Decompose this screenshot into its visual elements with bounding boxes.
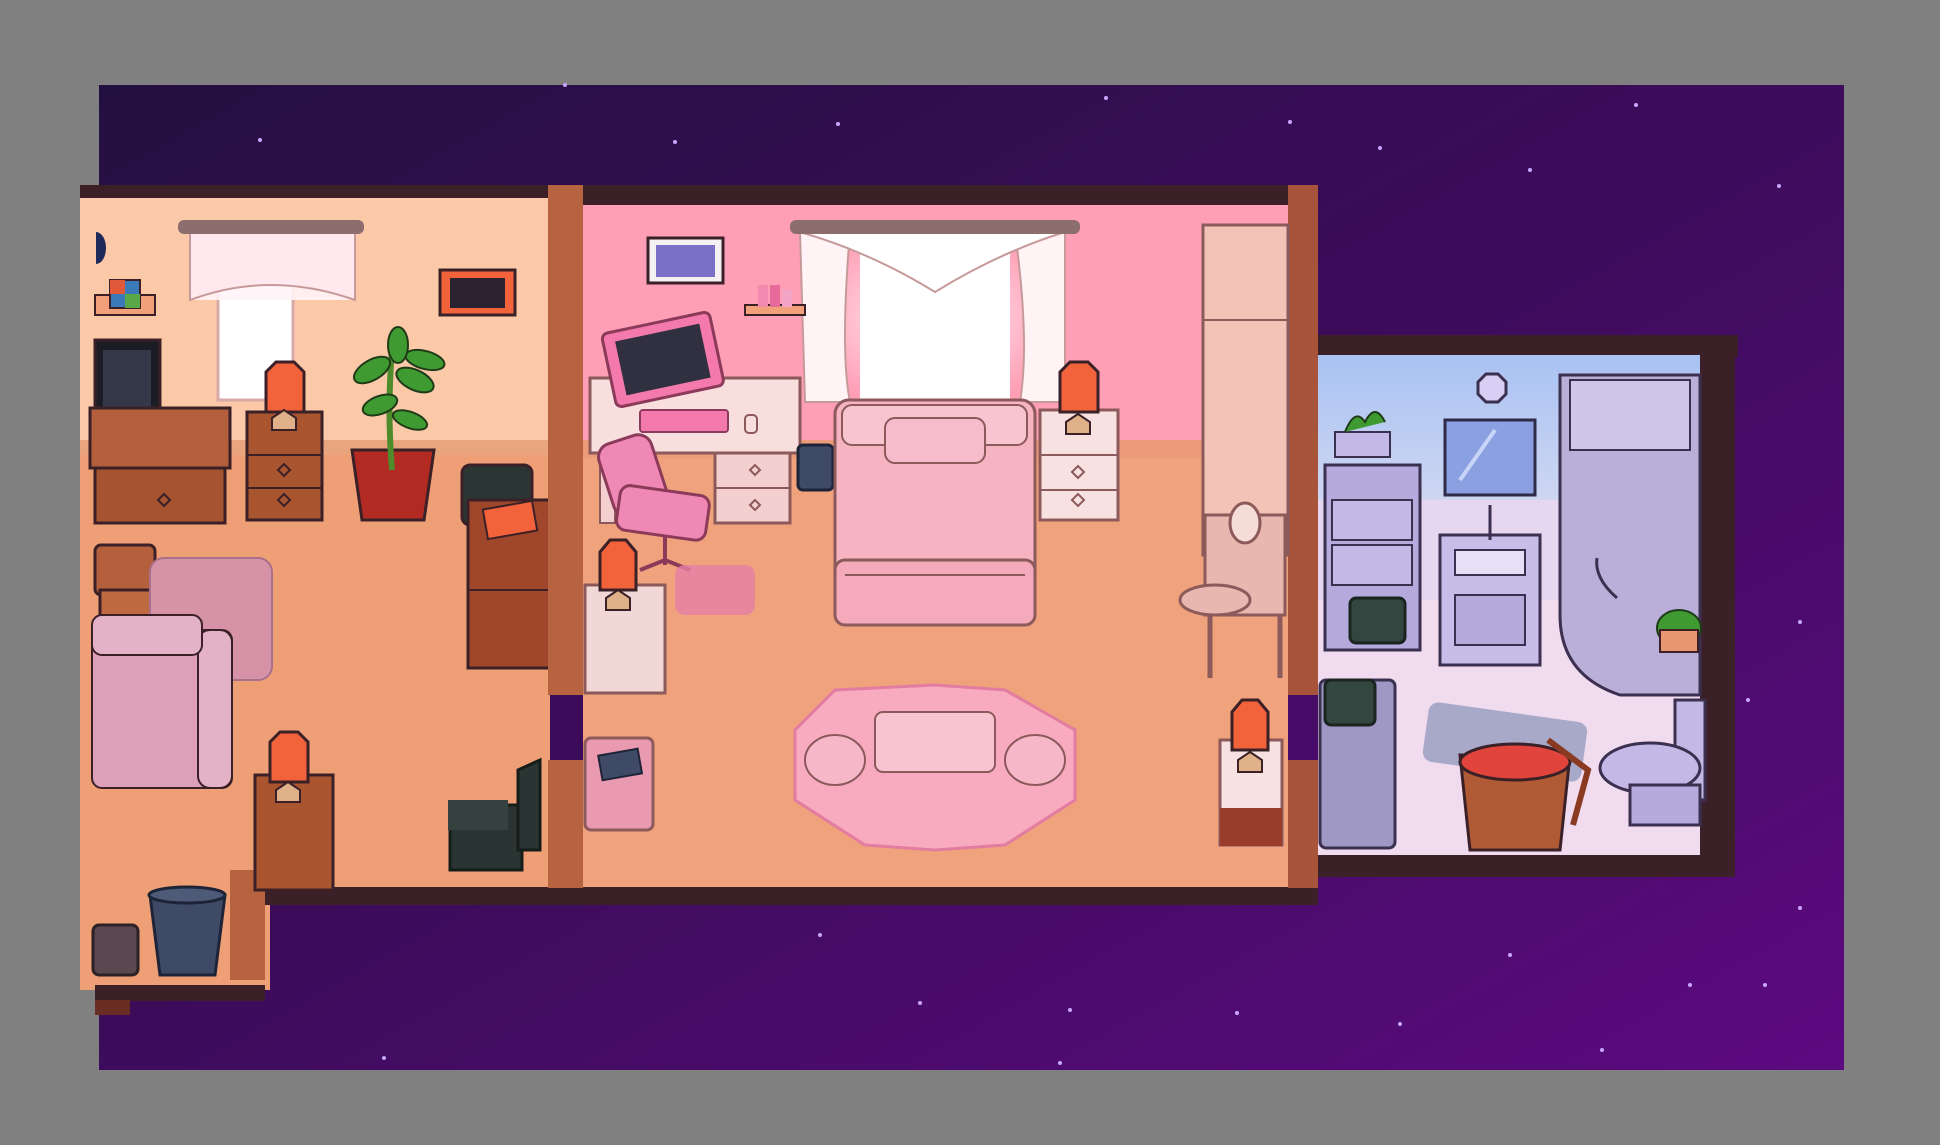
bed-icon[interactable] [833,398,1037,627]
bathroom [1318,335,1738,877]
green-bin[interactable] [1348,596,1407,645]
bath-mirror [1443,418,1537,497]
hex-mirror [1476,372,1508,404]
bookshelf[interactable] [466,498,552,670]
living-room [80,185,585,1015]
shower-icon[interactable] [1558,373,1702,697]
stool-with-book[interactable] [583,736,655,832]
bedroom [583,185,1318,905]
bench[interactable] [874,711,996,773]
washing-machine[interactable] [1318,678,1397,850]
bedroom-window [790,220,1080,410]
small-rug [675,565,755,615]
trash-bin-icon[interactable] [147,885,227,977]
tv-stand[interactable] [88,406,232,525]
bedroom-waste-bin[interactable] [796,443,835,492]
game-scene [80,83,1844,1070]
keyboard[interactable] [639,409,729,433]
floor-cushion[interactable] [91,923,140,977]
rug-icon [793,683,1077,852]
